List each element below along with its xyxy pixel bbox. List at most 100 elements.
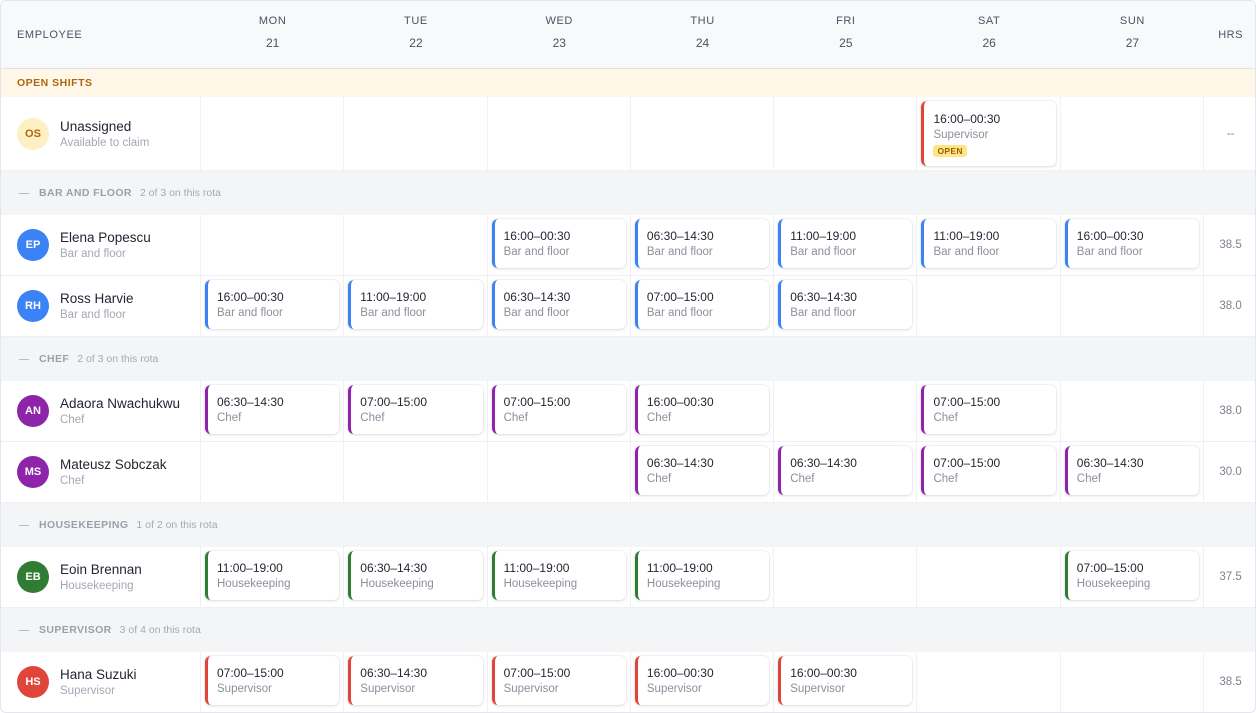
- day-header-sun[interactable]: SUN 27: [1061, 1, 1204, 68]
- day-cell-wed[interactable]: 16:00–00:30 Bar and floor: [488, 215, 631, 275]
- shift-card[interactable]: 07:00–15:00 Housekeeping: [1064, 551, 1200, 600]
- shift-card[interactable]: 07:00–15:00 Supervisor: [205, 656, 340, 705]
- day-header-thu[interactable]: THU 24: [631, 1, 774, 68]
- day-cell-tue[interactable]: 06:30–14:30 Housekeeping: [344, 547, 488, 607]
- day-cell-fri[interactable]: [774, 547, 918, 607]
- day-cell-fri[interactable]: 06:30–14:30 Chef: [774, 442, 918, 502]
- shift-card[interactable]: 11:00–19:00 Housekeeping: [205, 551, 340, 600]
- day-cell-sat[interactable]: 16:00–00:30 Supervisor OPEN: [917, 97, 1061, 170]
- day-cell-wed[interactable]: 07:00–15:00 Supervisor: [488, 652, 631, 712]
- employee-cell[interactable]: EP Elena Popescu Bar and floor: [1, 215, 201, 275]
- day-cell-wed[interactable]: 06:30–14:30 Bar and floor: [488, 276, 631, 336]
- shift-card[interactable]: 11:00–19:00 Bar and floor: [348, 280, 483, 329]
- employee-cell[interactable]: HS Hana Suzuki Supervisor: [1, 652, 201, 712]
- day-cell-mon[interactable]: [201, 442, 345, 502]
- day-cell-mon[interactable]: 06:30–14:30 Chef: [201, 381, 345, 441]
- day-cell-mon[interactable]: [201, 97, 345, 170]
- employee-cell[interactable]: EB Eoin Brennan Housekeeping: [1, 547, 201, 607]
- day-cell-wed[interactable]: [488, 442, 631, 502]
- day-cell-wed[interactable]: [488, 97, 631, 170]
- day-cell-tue[interactable]: [344, 442, 488, 502]
- shift-card[interactable]: 07:00–15:00 Chef: [348, 385, 483, 434]
- day-cell-sat[interactable]: [917, 276, 1061, 336]
- day-cell-sun[interactable]: 07:00–15:00 Housekeeping: [1061, 547, 1205, 607]
- day-cell-thu[interactable]: 06:30–14:30 Bar and floor: [631, 215, 775, 275]
- employee-cell[interactable]: MS Mateusz Sobczak Chef: [1, 442, 201, 502]
- collapse-dash-icon[interactable]: [19, 629, 29, 631]
- day-cell-tue[interactable]: 06:30–14:30 Supervisor: [344, 652, 488, 712]
- shift-card[interactable]: 16:00–00:30 Bar and floor: [205, 280, 340, 329]
- shift-card[interactable]: 16:00–00:30 Supervisor: [634, 656, 770, 705]
- day-cell-sun[interactable]: 06:30–14:30 Chef: [1061, 442, 1205, 502]
- day-cell-sun[interactable]: 16:00–00:30 Bar and floor: [1061, 215, 1205, 275]
- day-cell-thu[interactable]: [631, 97, 775, 170]
- day-cell-thu[interactable]: 06:30–14:30 Chef: [631, 442, 775, 502]
- day-cell-sat[interactable]: 11:00–19:00 Bar and floor: [917, 215, 1061, 275]
- day-header-wed[interactable]: WED 23: [488, 1, 631, 68]
- group-header[interactable]: CHEF 2 of 3 on this rota: [1, 337, 1255, 381]
- shift-card[interactable]: 07:00–15:00 Chef: [921, 446, 1056, 495]
- group-header[interactable]: SUPERVISOR 3 of 4 on this rota: [1, 608, 1255, 652]
- day-cell-wed[interactable]: 07:00–15:00 Chef: [488, 381, 631, 441]
- day-cell-mon[interactable]: 11:00–19:00 Housekeeping: [201, 547, 345, 607]
- day-cell-sun[interactable]: [1061, 276, 1205, 336]
- day-cell-sat[interactable]: 07:00–15:00 Chef: [917, 442, 1061, 502]
- shift-card[interactable]: 06:30–14:30 Chef: [634, 446, 770, 495]
- shift-card[interactable]: 16:00–00:30 Bar and floor: [491, 219, 626, 268]
- day-header-mon[interactable]: MON 21: [201, 1, 344, 68]
- shift-card[interactable]: 16:00–00:30 Chef: [634, 385, 770, 434]
- shift-card[interactable]: 06:30–14:30 Housekeeping: [348, 551, 483, 600]
- shift-card[interactable]: 06:30–14:30 Chef: [1064, 446, 1200, 495]
- collapse-dash-icon[interactable]: [19, 192, 29, 194]
- day-cell-mon[interactable]: [201, 215, 345, 275]
- shift-card[interactable]: 06:30–14:30 Chef: [778, 446, 913, 495]
- day-cell-sat[interactable]: [917, 547, 1061, 607]
- day-cell-sat[interactable]: [917, 652, 1061, 712]
- day-cell-sun[interactable]: [1061, 652, 1205, 712]
- shift-card[interactable]: 06:30–14:30 Supervisor: [348, 656, 483, 705]
- day-cell-fri[interactable]: 16:00–00:30 Supervisor: [774, 652, 918, 712]
- day-cell-thu[interactable]: 16:00–00:30 Supervisor: [631, 652, 775, 712]
- day-cell-thu[interactable]: 07:00–15:00 Bar and floor: [631, 276, 775, 336]
- day-header-sat[interactable]: SAT 26: [917, 1, 1060, 68]
- day-cell-sun[interactable]: [1061, 381, 1205, 441]
- day-cell-sun[interactable]: [1061, 97, 1205, 170]
- collapse-dash-icon[interactable]: [19, 358, 29, 360]
- day-cell-mon[interactable]: 07:00–15:00 Supervisor: [201, 652, 345, 712]
- employee-cell[interactable]: RH Ross Harvie Bar and floor: [1, 276, 201, 336]
- day-cell-sat[interactable]: 07:00–15:00 Chef: [917, 381, 1061, 441]
- day-cell-tue[interactable]: [344, 97, 488, 170]
- group-header[interactable]: HOUSEKEEPING 1 of 2 on this rota: [1, 503, 1255, 547]
- day-header-fri[interactable]: FRI 25: [774, 1, 917, 68]
- shift-card[interactable]: 07:00–15:00 Supervisor: [491, 656, 626, 705]
- shift-card[interactable]: 06:30–14:30 Bar and floor: [491, 280, 626, 329]
- employee-cell[interactable]: AN Adaora Nwachukwu Chef: [1, 381, 201, 441]
- shift-card[interactable]: 07:00–15:00 Bar and floor: [634, 280, 770, 329]
- shift-card[interactable]: 07:00–15:00 Chef: [921, 385, 1056, 434]
- group-header[interactable]: BAR AND FLOOR 2 of 3 on this rota: [1, 171, 1255, 215]
- day-cell-wed[interactable]: 11:00–19:00 Housekeeping: [488, 547, 631, 607]
- shift-card[interactable]: 07:00–15:00 Chef: [491, 385, 626, 434]
- day-cell-mon[interactable]: 16:00–00:30 Bar and floor: [201, 276, 345, 336]
- shift-card[interactable]: 11:00–19:00 Housekeeping: [634, 551, 770, 600]
- day-cell-tue[interactable]: 07:00–15:00 Chef: [344, 381, 488, 441]
- day-cell-thu[interactable]: 11:00–19:00 Housekeeping: [631, 547, 775, 607]
- shift-card[interactable]: 16:00–00:30 Bar and floor: [1064, 219, 1200, 268]
- day-cell-thu[interactable]: 16:00–00:30 Chef: [631, 381, 775, 441]
- shift-card[interactable]: 06:30–14:30 Bar and floor: [634, 219, 770, 268]
- day-cell-fri[interactable]: [774, 381, 918, 441]
- employee-cell[interactable]: OS Unassigned Available to claim: [1, 97, 201, 170]
- day-cell-tue[interactable]: 11:00–19:00 Bar and floor: [344, 276, 488, 336]
- shift-card[interactable]: 16:00–00:30 Supervisor: [778, 656, 913, 705]
- shift-card[interactable]: 11:00–19:00 Bar and floor: [778, 219, 913, 268]
- shift-card[interactable]: 16:00–00:30 Supervisor OPEN: [921, 101, 1056, 166]
- shift-card[interactable]: 06:30–14:30 Bar and floor: [778, 280, 913, 329]
- shift-card[interactable]: 11:00–19:00 Bar and floor: [921, 219, 1056, 268]
- day-header-tue[interactable]: TUE 22: [344, 1, 487, 68]
- shift-card[interactable]: 06:30–14:30 Chef: [205, 385, 340, 434]
- day-cell-tue[interactable]: [344, 215, 488, 275]
- shift-card[interactable]: 11:00–19:00 Housekeeping: [491, 551, 626, 600]
- day-cell-fri[interactable]: [774, 97, 918, 170]
- collapse-dash-icon[interactable]: [19, 524, 29, 526]
- day-cell-fri[interactable]: 06:30–14:30 Bar and floor: [774, 276, 918, 336]
